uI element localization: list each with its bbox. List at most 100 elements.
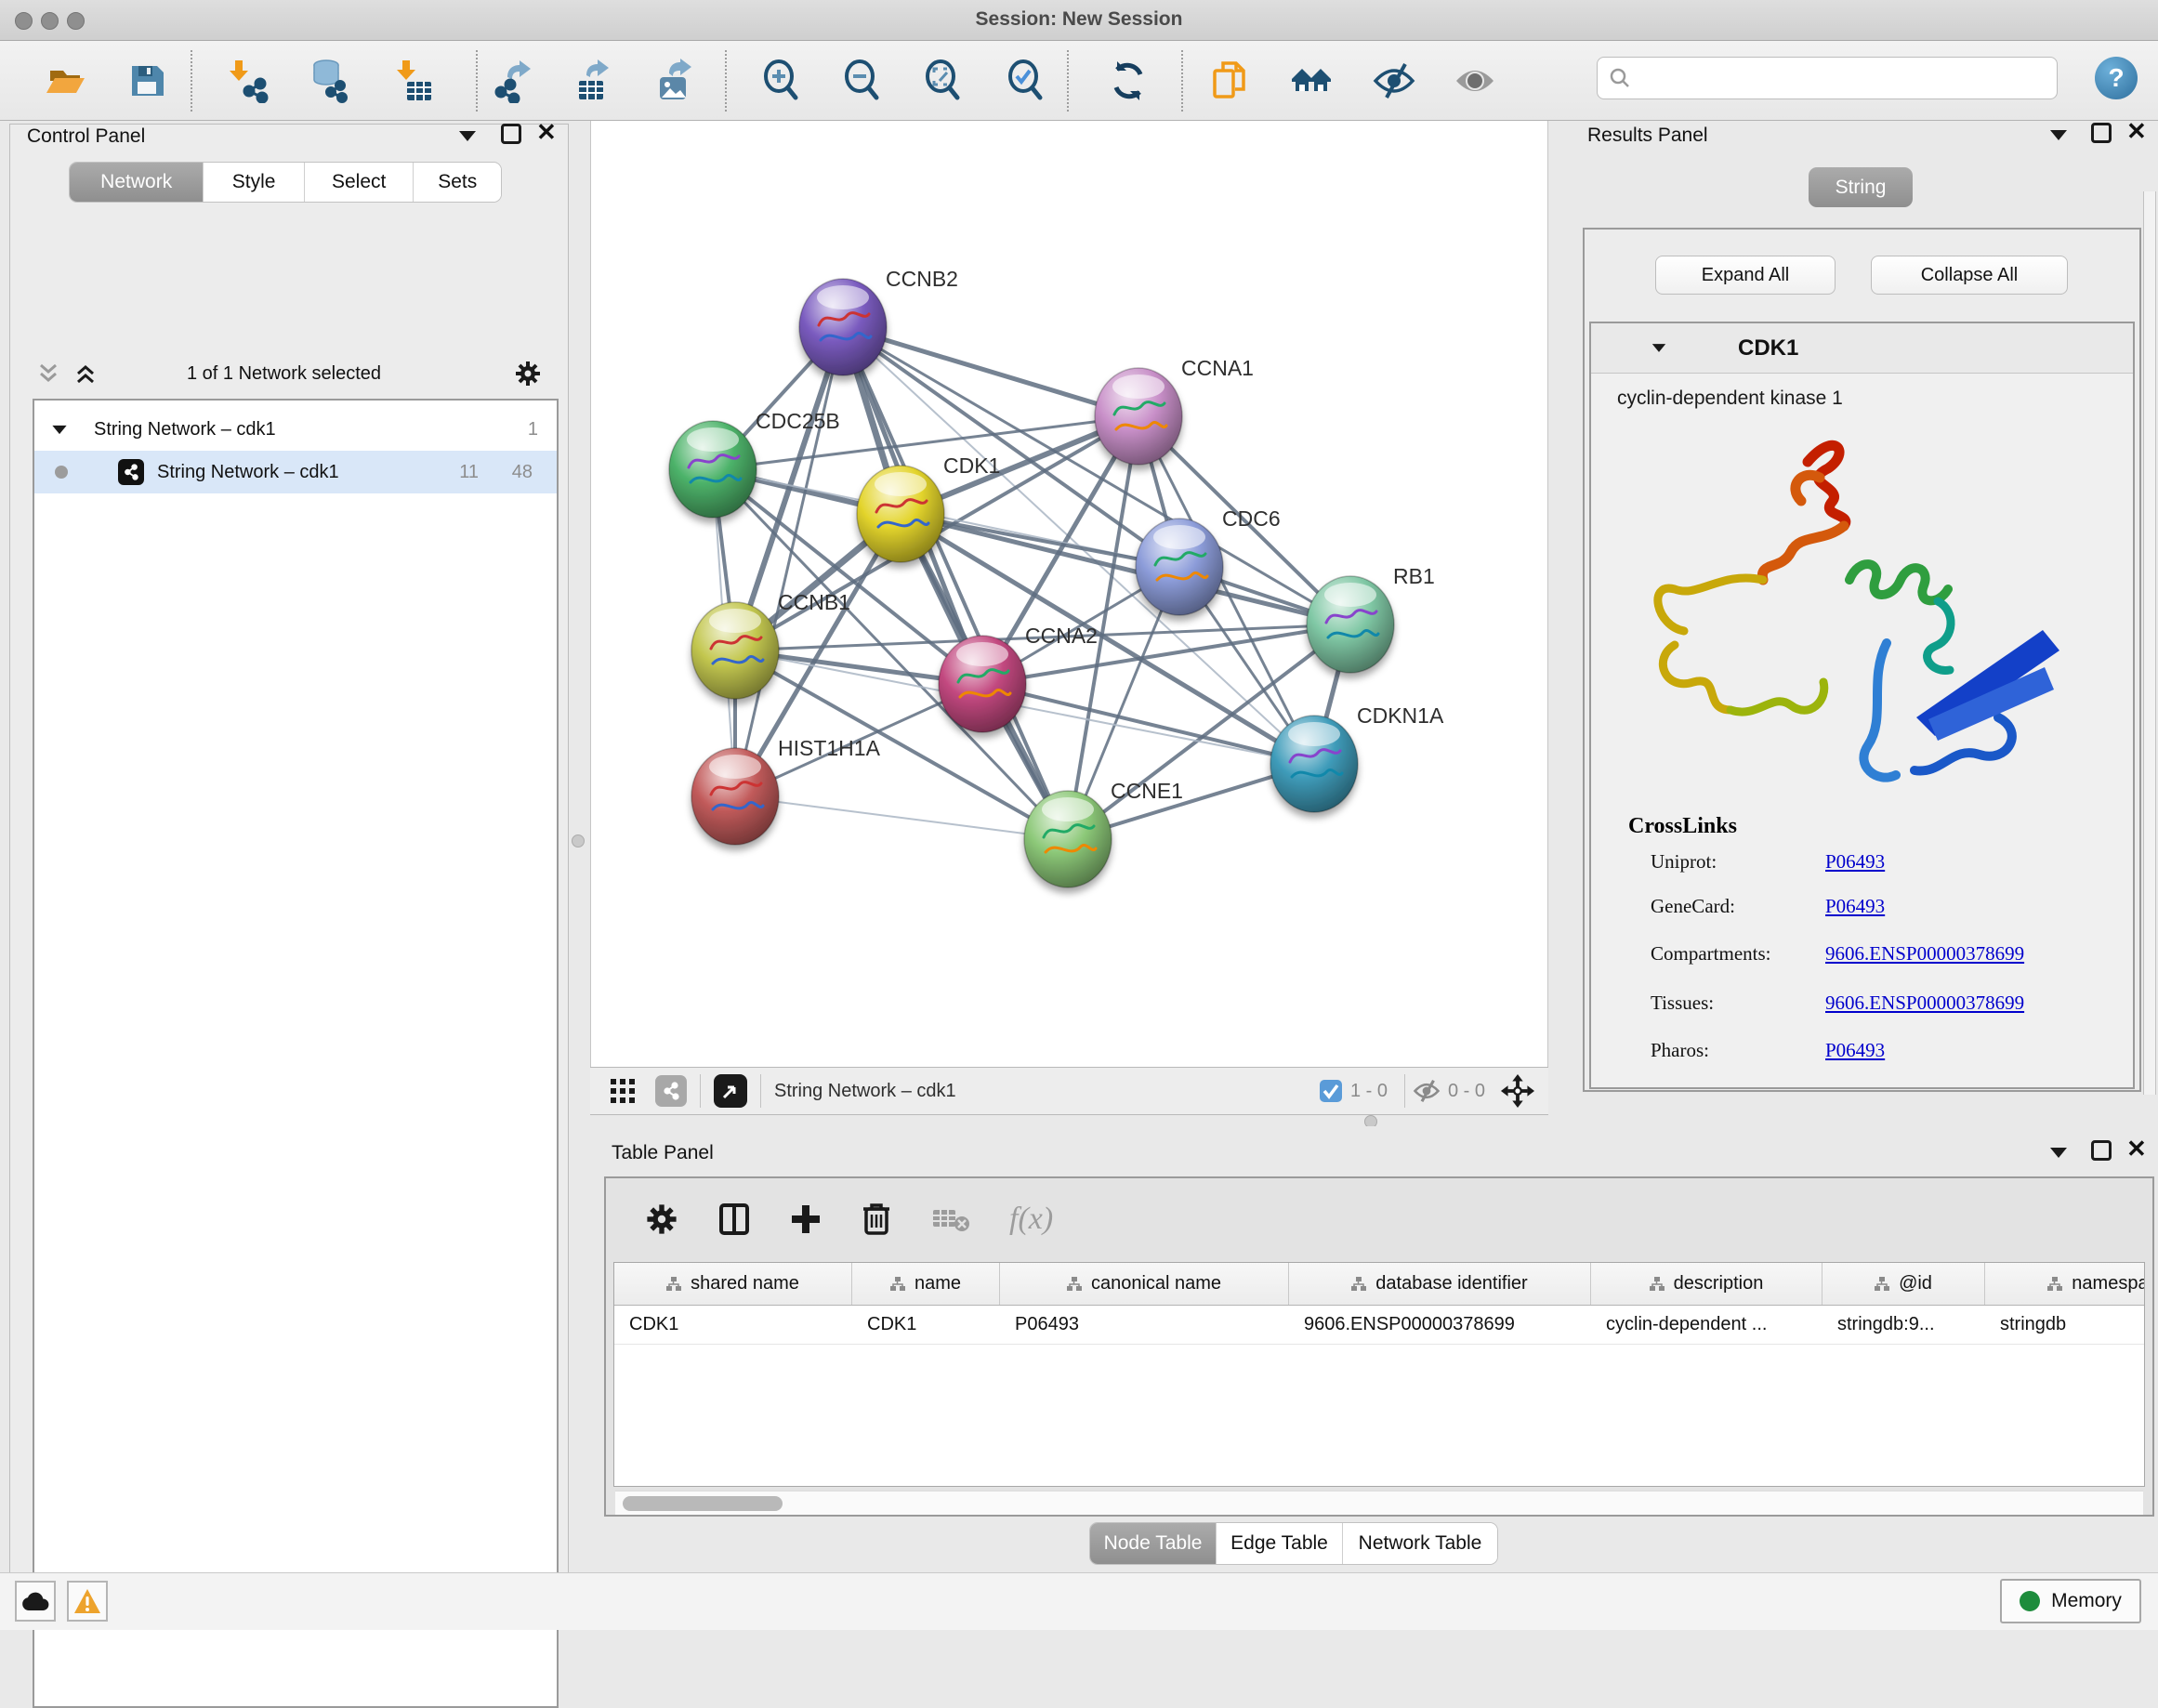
network-edge[interactable] [735, 796, 1068, 839]
apply-layout-button[interactable] [1105, 58, 1151, 104]
table-cell[interactable]: P06493 [1000, 1306, 1289, 1344]
table-cell[interactable]: stringdb [1985, 1306, 2145, 1344]
panel-float-icon[interactable] [501, 124, 521, 144]
column-header-name[interactable]: name [852, 1263, 1000, 1305]
delete-table-button[interactable] [931, 1205, 970, 1233]
table-settings-button[interactable] [645, 1202, 678, 1236]
crosslink-link[interactable]: 9606.ENSP00000378699 [1825, 942, 2024, 966]
network-graph[interactable]: CCNB2CCNA1CDC25BCDK1CDC6RB1CCNB1CCNA2CDK… [591, 121, 1547, 1065]
zoom-out-button[interactable] [840, 58, 887, 104]
table-hscrollbar[interactable] [615, 1491, 2143, 1515]
table-cell[interactable]: CDK1 [852, 1306, 1000, 1344]
grid-view-icon[interactable] [611, 1079, 635, 1103]
column-header-database-identifier[interactable]: database identifier [1289, 1263, 1591, 1305]
panel-float-icon[interactable] [2091, 1140, 2112, 1161]
cloud-status-button[interactable] [15, 1581, 56, 1622]
crosslink-link[interactable]: P06493 [1825, 895, 1885, 918]
tab-node-table[interactable]: Node Table [1090, 1523, 1217, 1564]
column-header-canonical-name[interactable]: canonical name [1000, 1263, 1289, 1305]
network-canvas[interactable]: CCNB2CCNA1CDC25BCDK1CDC6RB1CCNB1CCNA2CDK… [590, 121, 1548, 1067]
import-table-button[interactable] [391, 58, 438, 104]
results-tab-string[interactable]: String [1809, 167, 1913, 207]
import-network-database-button[interactable] [307, 58, 353, 104]
panel-close-icon[interactable]: ✕ [2126, 1138, 2147, 1159]
zoom-in-icon [760, 59, 805, 103]
pan-move-icon[interactable] [1500, 1073, 1535, 1109]
column-header-shared-name[interactable]: shared name [614, 1263, 852, 1305]
panel-menu-icon[interactable] [2050, 130, 2067, 140]
create-column-button[interactable] [790, 1203, 822, 1235]
open-session-button[interactable] [42, 58, 88, 104]
import-network-file-button[interactable] [228, 58, 274, 104]
save-session-button[interactable] [124, 58, 170, 104]
tab-select[interactable]: Select [305, 163, 414, 202]
panel-float-icon[interactable] [2091, 123, 2112, 143]
delete-column-button[interactable] [861, 1202, 892, 1236]
network-collection-row[interactable]: String Network – cdk1 1 [34, 408, 557, 451]
network-node-cdkn1a[interactable]: CDKN1A [1270, 703, 1444, 812]
function-builder-button[interactable]: f(x) [1009, 1202, 1053, 1237]
tab-network-table[interactable]: Network Table [1343, 1523, 1497, 1564]
birdseye-view-icon[interactable] [714, 1074, 747, 1108]
left-splitter-handle[interactable] [572, 834, 585, 847]
crosslink-link[interactable]: P06493 [1825, 1039, 1885, 1062]
expand-all-button[interactable]: Expand All [1655, 256, 1836, 295]
crosslink-link[interactable]: P06493 [1825, 850, 1885, 874]
table-cell[interactable]: stringdb:9... [1822, 1306, 1985, 1344]
help-button[interactable]: ? [2095, 57, 2138, 99]
column-header-namespace[interactable]: namespace [1985, 1263, 2145, 1305]
table-cell[interactable]: 9606.ENSP00000378699 [1289, 1306, 1591, 1344]
export-network-icon [491, 59, 535, 103]
tab-sets[interactable]: Sets [414, 163, 501, 202]
fit-content-button[interactable] [921, 58, 967, 104]
network-node-ccna1[interactable]: CCNA1 [1095, 356, 1254, 465]
tab-edge-table[interactable]: Edge Table [1217, 1523, 1343, 1564]
gene-collapse-icon[interactable] [1652, 344, 1665, 352]
export-table-button[interactable] [571, 58, 617, 104]
crosslink-link[interactable]: 9606.ENSP00000378699 [1825, 992, 2024, 1015]
network-row[interactable]: String Network – cdk1 11 48 [34, 451, 557, 493]
table-cell[interactable]: CDK1 [614, 1306, 852, 1344]
show-columns-button[interactable] [717, 1202, 751, 1236]
tab-style[interactable]: Style [204, 163, 305, 202]
export-network-button[interactable] [490, 58, 536, 104]
table-row[interactable]: CDK1CDK1P064939606.ENSP00000378699cyclin… [614, 1306, 2144, 1345]
copy-button[interactable] [1207, 58, 1254, 104]
string-badge-icon[interactable] [655, 1075, 687, 1107]
copy-documents-icon [1209, 59, 1252, 102]
table-cell[interactable]: cyclin-dependent ... [1591, 1306, 1822, 1344]
hide-selected-button[interactable] [1371, 58, 1417, 104]
results-scrollbar[interactable] [2143, 191, 2156, 1095]
node-label: CCNA1 [1181, 356, 1254, 380]
gene-header-row[interactable]: CDK1 [1591, 323, 2133, 374]
panel-menu-icon[interactable] [2050, 1148, 2067, 1158]
panel-close-icon[interactable]: ✕ [536, 122, 557, 142]
network-node-cdc6[interactable]: CDC6 [1136, 506, 1281, 615]
show-selected-button[interactable] [1452, 58, 1498, 104]
memory-button[interactable]: Memory [2000, 1579, 2141, 1623]
network-edge[interactable] [843, 327, 1138, 416]
table-hscrollbar-thumb[interactable] [623, 1496, 783, 1511]
search-input[interactable] [1638, 68, 2057, 89]
zoom-selected-button[interactable] [1004, 58, 1050, 104]
network-edge[interactable] [843, 327, 1068, 839]
show-all-networks-button[interactable] [1289, 58, 1336, 104]
status-bar: Memory [0, 1572, 2158, 1630]
tree-expand-icon[interactable] [52, 425, 66, 433]
collapse-all-button[interactable]: Collapse All [1871, 256, 2068, 295]
warnings-button[interactable] [67, 1581, 108, 1622]
zoom-in-button[interactable] [759, 58, 806, 104]
selected-checkbox-icon[interactable] [1319, 1079, 1343, 1103]
panel-menu-icon[interactable] [459, 131, 476, 141]
column-header--id[interactable]: @id [1822, 1263, 1985, 1305]
network-edge[interactable] [982, 684, 1314, 764]
gear-icon[interactable] [514, 360, 542, 388]
expand-all-icon[interactable] [36, 361, 60, 386]
panel-close-icon[interactable]: ✕ [2126, 121, 2147, 141]
network-node-hist1h1a[interactable]: HIST1H1A [691, 736, 881, 845]
collapse-all-icon[interactable] [73, 361, 98, 386]
network-node-rb1[interactable]: RB1 [1307, 564, 1435, 673]
column-header-description[interactable]: description [1591, 1263, 1822, 1305]
tab-network[interactable]: Network [70, 163, 204, 202]
export-image-button[interactable] [651, 58, 698, 104]
